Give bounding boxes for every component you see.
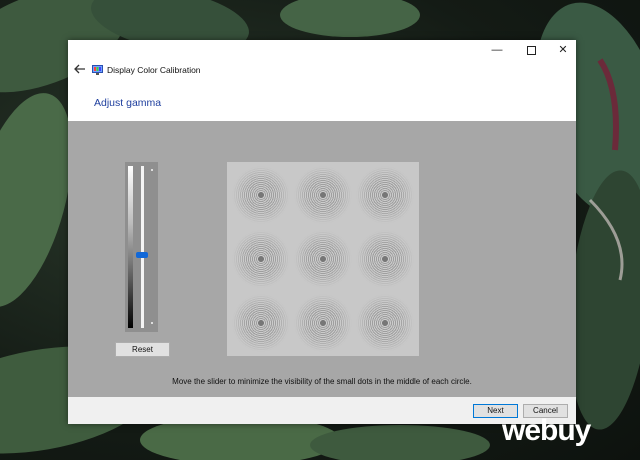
arrow-left-icon (74, 64, 85, 74)
back-button[interactable] (74, 63, 88, 77)
watermark-logo: webuy (502, 414, 591, 447)
maximize-button[interactable] (520, 42, 542, 58)
gamma-pattern (227, 162, 419, 356)
calibration-window: — ✕ Display Color Calibration Adjust gam… (68, 40, 576, 424)
center-dot (258, 320, 264, 326)
slider-thumb[interactable] (136, 251, 148, 258)
slider-tick-top (151, 169, 153, 171)
center-dot (258, 192, 264, 198)
slider-tick-bottom (151, 322, 153, 324)
center-dot (320, 192, 326, 198)
gradient-strip (128, 166, 133, 328)
center-dot (382, 256, 388, 262)
content-area: Reset Move the slider to minimize the vi… (68, 121, 576, 397)
reset-button[interactable]: Reset (115, 342, 170, 357)
title-bar: — ✕ (68, 40, 576, 60)
footer-bar: Next Cancel (68, 397, 576, 424)
center-dot (382, 192, 388, 198)
display-calibration-icon (92, 65, 103, 75)
center-dot (258, 256, 264, 262)
gamma-slider[interactable] (125, 162, 158, 332)
navigation-bar: Display Color Calibration (68, 60, 576, 82)
minimize-button[interactable]: — (486, 42, 508, 58)
window-title: Display Color Calibration (107, 65, 201, 75)
center-dot (320, 320, 326, 326)
maximize-icon (526, 45, 536, 55)
page-title: Adjust gamma (94, 97, 162, 109)
center-dot (320, 256, 326, 262)
center-dot (382, 320, 388, 326)
instruction-text: Move the slider to minimize the visibili… (172, 377, 472, 386)
close-button[interactable]: ✕ (552, 42, 574, 58)
slider-rail (141, 166, 144, 328)
